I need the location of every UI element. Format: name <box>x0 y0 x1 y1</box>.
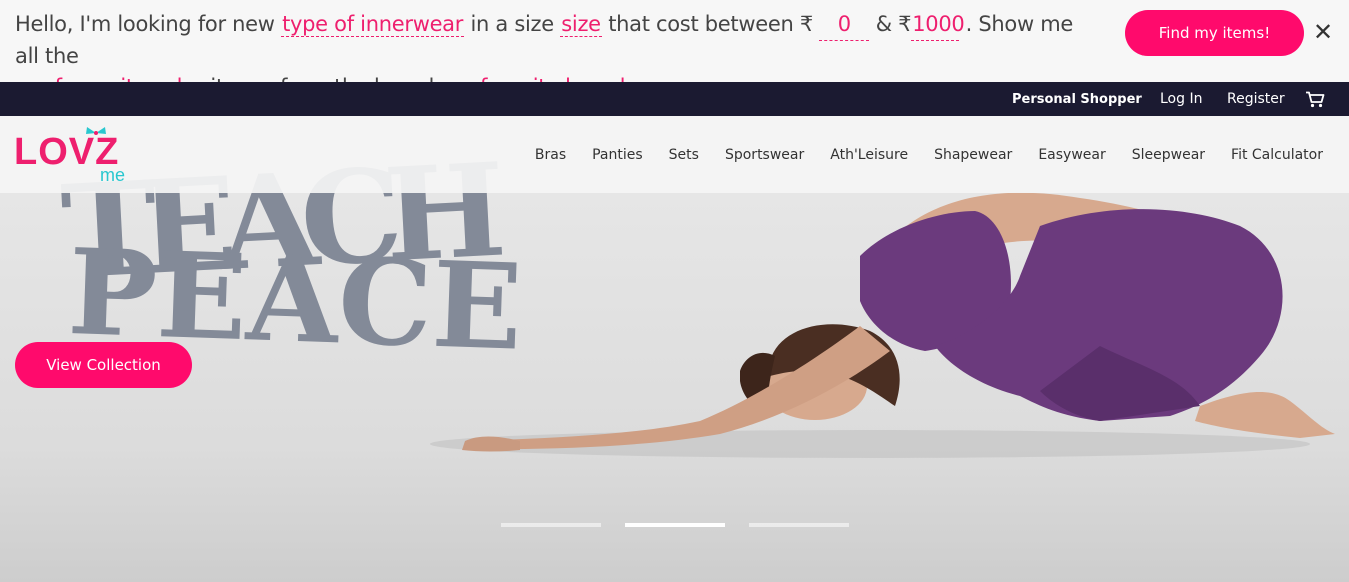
carousel-dot-3[interactable] <box>749 523 849 527</box>
close-icon[interactable]: ✕ <box>1311 19 1335 45</box>
intro-text: Hello, I'm looking for new <box>15 12 275 36</box>
personal-shopper-link[interactable]: Personal Shopper <box>1012 92 1142 107</box>
nav-item-fit-calculator[interactable]: Fit Calculator <box>1231 147 1323 163</box>
find-my-items-button[interactable]: Find my items! <box>1125 10 1304 56</box>
max-price-field[interactable]: 1000 <box>911 9 965 41</box>
cost-prefix-text: that cost between <box>608 12 794 36</box>
carousel-dots <box>501 523 849 527</box>
carousel-dot-1[interactable] <box>501 523 601 527</box>
type-of-innerwear-field[interactable]: type of innerwear <box>281 12 465 37</box>
nav-item-sportswear[interactable]: Sportswear <box>725 147 804 163</box>
size-prefix-text: in a size <box>470 12 554 36</box>
main-nav: LOVZ me Bras Panties Sets Sportswear Ath… <box>0 116 1349 193</box>
nav-links: Bras Panties Sets Sportswear Ath'Leisure… <box>535 147 1323 163</box>
nav-item-panties[interactable]: Panties <box>592 147 643 163</box>
nav-item-sets[interactable]: Sets <box>669 147 699 163</box>
account-bar: Personal Shopper Log In Register <box>0 82 1349 116</box>
view-collection-button[interactable]: View Collection <box>15 342 192 388</box>
nav-item-sleepwear[interactable]: Sleepwear <box>1132 147 1205 163</box>
nav-item-bras[interactable]: Bras <box>535 147 566 163</box>
size-field[interactable]: size <box>560 12 602 37</box>
rupee-symbol-min: ₹ <box>799 12 813 36</box>
model-figure <box>462 192 1335 452</box>
nav-item-shapewear[interactable]: Shapewear <box>934 147 1012 163</box>
personal-shopper-bar: Hello, I'm looking for new type of inner… <box>0 0 1349 100</box>
ampersand-text: & <box>875 12 892 36</box>
register-link[interactable]: Register <box>1227 91 1285 107</box>
nav-item-easywear[interactable]: Easywear <box>1038 147 1105 163</box>
rupee-symbol-max: ₹ <box>898 12 912 36</box>
login-link[interactable]: Log In <box>1160 91 1202 107</box>
carousel-dot-2[interactable] <box>625 523 725 527</box>
nav-item-athleisure[interactable]: Ath'Leisure <box>830 147 908 163</box>
figure-feet <box>1195 391 1335 438</box>
lovzme-logo[interactable]: LOVZ me <box>14 127 134 188</box>
min-price-field[interactable]: 0 <box>819 9 870 41</box>
butterfly-icon <box>86 127 106 135</box>
logo-sub: me <box>100 165 126 185</box>
cart-icon[interactable] <box>1305 91 1325 108</box>
